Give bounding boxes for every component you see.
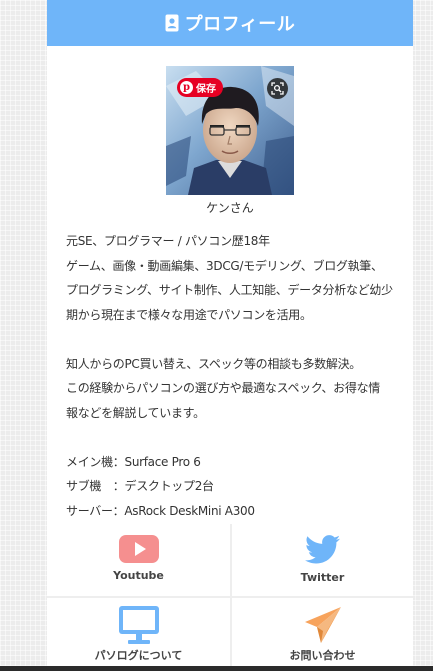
twitter-icon <box>304 535 340 564</box>
bio-line: 知人からのPC買い替え、スペック等の相談も多数解決。 <box>66 356 361 371</box>
profile-widget: プロフィール p 保存 ケンさん 元SE、プログラマー / パソコン歴18年 ゲ… <box>47 0 413 671</box>
contact-link[interactable]: お問い合わせ <box>232 598 413 671</box>
spec-line: メイン機：Surface Pro 6 <box>66 454 201 469</box>
youtube-icon <box>118 535 159 563</box>
pinterest-icon: p <box>180 81 193 94</box>
twitter-link[interactable]: Twitter <box>232 524 413 598</box>
save-button-label: 保存 <box>196 84 216 95</box>
twitter-link-label: Twitter <box>300 571 345 584</box>
about-link[interactable]: パソログについて <box>47 598 232 671</box>
monitor-icon <box>118 606 159 644</box>
profile-header-title: プロフィール <box>184 14 296 35</box>
bottom-edge-bar <box>0 666 433 671</box>
profile-name: ケンさん <box>206 201 254 215</box>
profile-header: プロフィール <box>47 0 413 46</box>
pinterest-save-button[interactable]: p 保存 <box>177 78 223 97</box>
youtube-link-label: Youtube <box>113 569 164 582</box>
bio-line: プログラミング、サイト制作、人工知能、データ分析など幼少 <box>66 283 393 297</box>
bio-line: 元SE、プログラマー / パソコン歴18年 <box>66 234 270 248</box>
bio-line: この経験からパソコンの選び方や最適なスペック、お得な情 <box>66 381 380 395</box>
id-card-icon <box>165 14 179 32</box>
bio-line: 報などを解説しています。 <box>66 405 205 420</box>
spec-line: サブ機 ：デスクトップ2台 <box>66 479 214 493</box>
spec-line: サーバー：AsRock DeskMini A300 <box>66 503 255 518</box>
contact-link-label: お問い合わせ <box>289 649 356 662</box>
youtube-link[interactable]: Youtube <box>47 524 232 598</box>
profile-links: Youtube Twitter パソログについて お問い合わせ <box>47 524 413 671</box>
avatar: p 保存 <box>166 66 294 195</box>
paper-plane-icon <box>304 607 341 643</box>
visual-search-icon <box>271 82 284 95</box>
bio-line: 期から現在まで様々な用途でパソコンを活用。 <box>66 307 312 322</box>
profile-bio: 元SE、プログラマー / パソコン歴18年 ゲーム、画像・動画編集、3DCG/モ… <box>66 229 401 523</box>
bio-line: ゲーム、画像・動画編集、3DCG/モデリング、ブログ執筆、 <box>66 258 383 273</box>
about-link-label: パソログについて <box>94 649 183 662</box>
visual-search-button[interactable] <box>267 78 288 99</box>
